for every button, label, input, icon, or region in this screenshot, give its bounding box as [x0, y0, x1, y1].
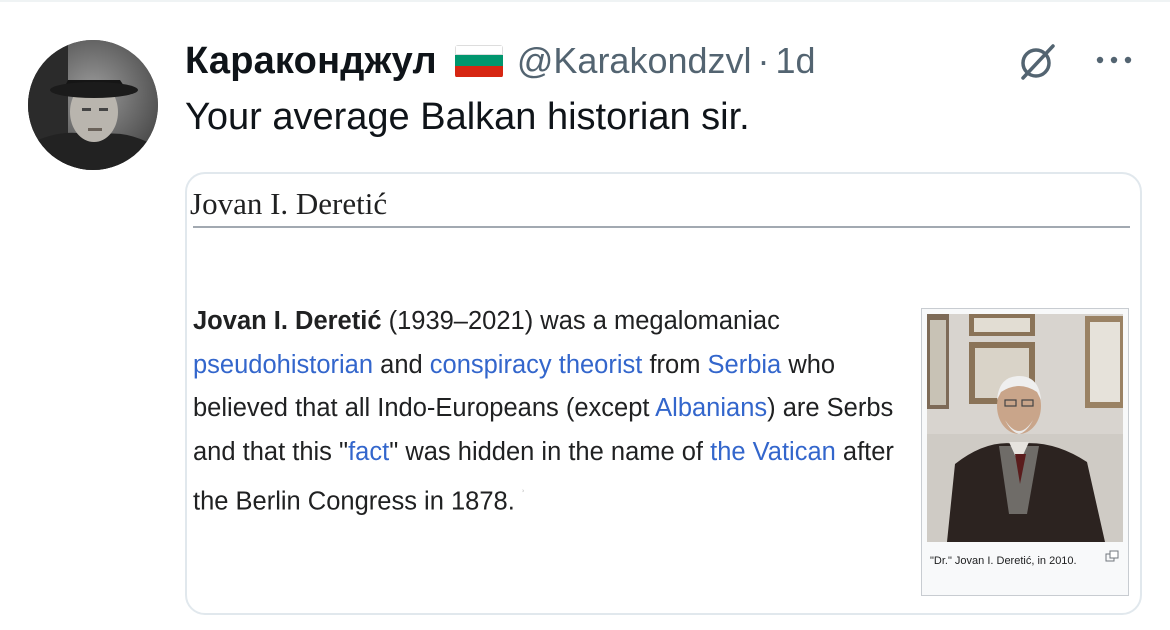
- separator-dot: ·: [757, 40, 770, 81]
- link-the-vatican[interactable]: the Vatican: [710, 438, 836, 466]
- tweet-header: Караконджул @Karakondzvl · 1d: [185, 36, 816, 86]
- display-name[interactable]: Караконджул: [185, 40, 437, 83]
- link-serbia[interactable]: Serbia: [708, 351, 782, 379]
- bulgaria-flag-icon: [454, 44, 503, 78]
- reference-mark: ʾ: [520, 487, 526, 503]
- timestamp[interactable]: 1d: [776, 40, 816, 82]
- title-underline: [193, 226, 1130, 228]
- text-run: (1939–2021) was a megalomaniac: [381, 307, 780, 335]
- link-pseudohistorian[interactable]: pseudohistorian: [193, 351, 373, 379]
- top-divider: [0, 0, 1170, 2]
- link-fact[interactable]: fact: [348, 438, 389, 466]
- grok-icon[interactable]: [1015, 40, 1059, 84]
- article-image-box: "Dr." Jovan I. Deretić, in 2010.: [921, 308, 1129, 596]
- portrait-photo[interactable]: [927, 314, 1123, 542]
- article-title: Jovan I. Deretić: [190, 186, 388, 221]
- tweet-text: Your average Balkan historian sir.: [185, 96, 750, 138]
- more-horizontal-icon[interactable]: [1090, 50, 1138, 70]
- article-paragraph: Jovan I. Deretić (1939–2021) was a megal…: [193, 300, 903, 524]
- link-albanians[interactable]: Albanians: [655, 394, 767, 422]
- avatar[interactable]: [28, 40, 158, 170]
- image-caption: "Dr." Jovan I. Deretić, in 2010.: [930, 555, 1077, 567]
- user-handle[interactable]: @Karakondzvl: [517, 40, 752, 82]
- enlarge-icon[interactable]: [1105, 549, 1119, 562]
- link-conspiracy-theorist[interactable]: conspiracy theorist: [430, 351, 643, 379]
- text-run: and: [373, 350, 430, 379]
- subject-name: Jovan I. Deretić: [193, 307, 382, 335]
- text-run: " was hidden in the name of: [389, 437, 711, 466]
- text-run: from: [642, 350, 708, 379]
